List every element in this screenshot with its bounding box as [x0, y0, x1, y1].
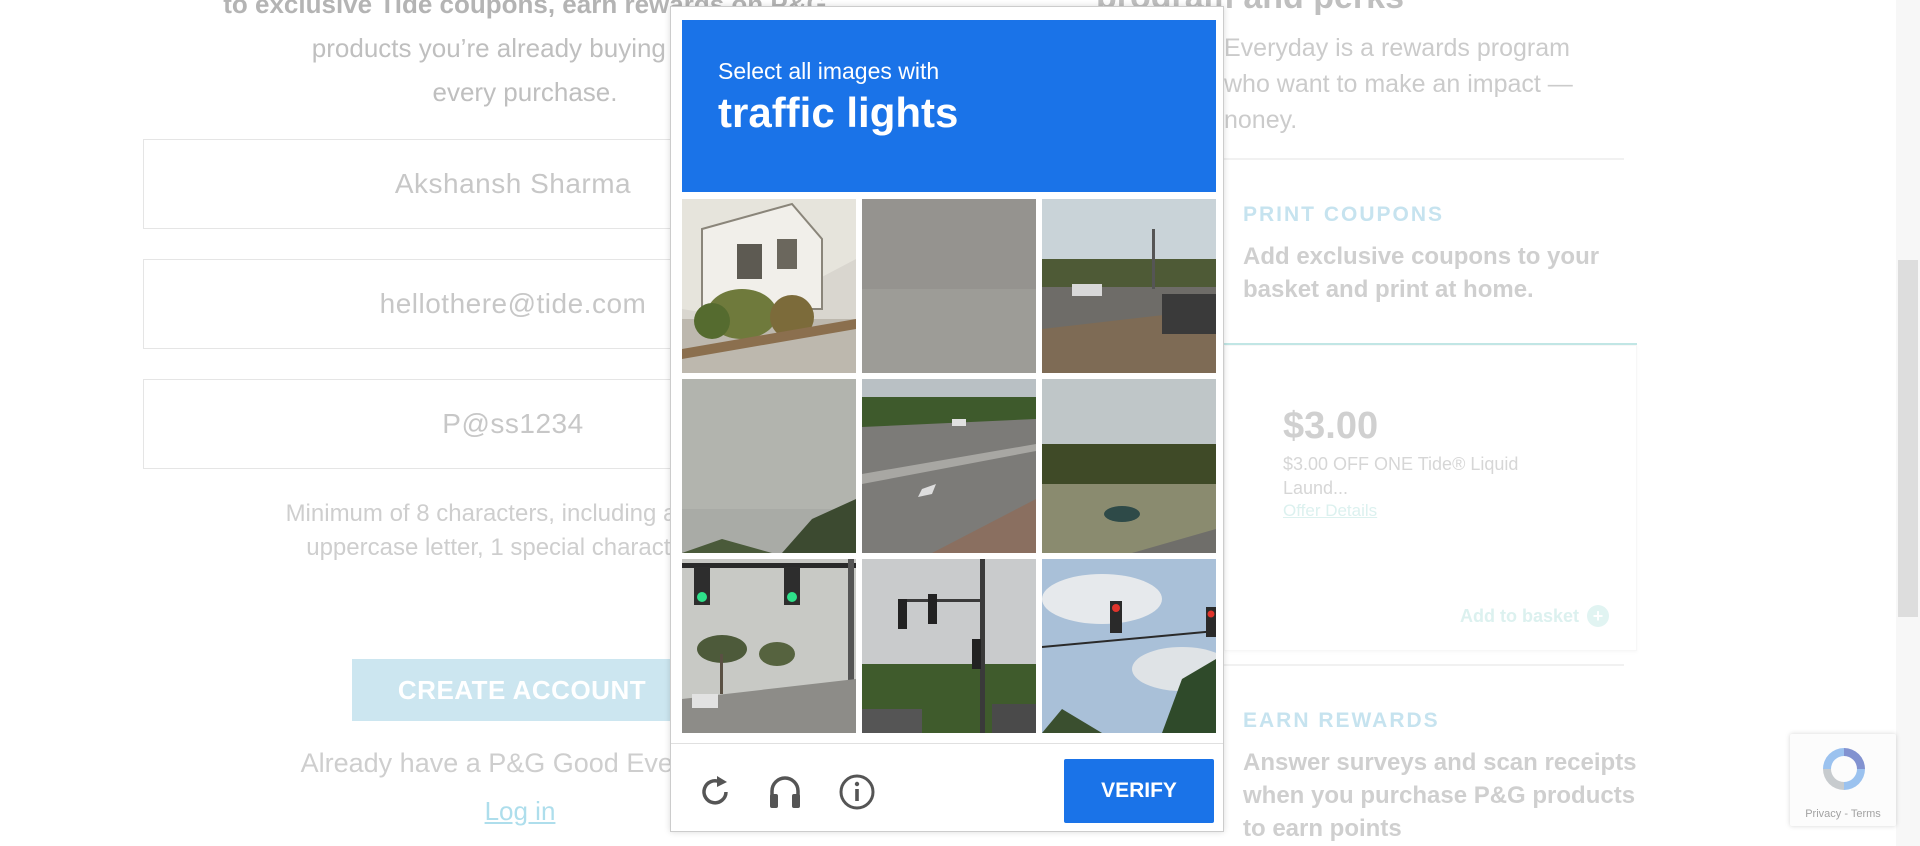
road-cars-image [1042, 199, 1216, 373]
highway-image [862, 379, 1036, 553]
captcha-tile-9[interactable] [1042, 559, 1216, 733]
traffic-lights-pole-image [862, 559, 1036, 733]
captcha-tile-3[interactable] [1042, 199, 1216, 373]
captcha-dialog: Select all images with traffic lights VE… [670, 6, 1224, 832]
captcha-tile-8[interactable] [862, 559, 1036, 733]
captcha-footer: VERIFY [671, 743, 1223, 831]
captcha-instruction: Select all images with [718, 58, 940, 84]
captcha-target: traffic lights [718, 89, 959, 136]
info-icon[interactable] [837, 772, 877, 812]
captcha-tile-5[interactable] [862, 379, 1036, 553]
verify-button[interactable]: VERIFY [1064, 759, 1214, 823]
house-image [682, 199, 856, 373]
captcha-tile-2[interactable] [862, 199, 1036, 373]
captcha-tile-4[interactable] [682, 379, 856, 553]
headphones-icon[interactable] [765, 772, 805, 812]
traffic-light-sky-image [1042, 559, 1216, 733]
captcha-tile-7[interactable] [682, 559, 856, 733]
captcha-tile-1[interactable] [682, 199, 856, 373]
reload-icon[interactable] [695, 772, 735, 812]
noise-image [862, 199, 1036, 373]
field-image [1042, 379, 1216, 553]
captcha-tile-6[interactable] [1042, 379, 1216, 553]
captcha-header: Select all images with traffic lights [682, 20, 1216, 192]
sky-image [682, 379, 856, 553]
captcha-tile-grid [682, 199, 1216, 739]
traffic-lights-palms-image [682, 559, 856, 733]
